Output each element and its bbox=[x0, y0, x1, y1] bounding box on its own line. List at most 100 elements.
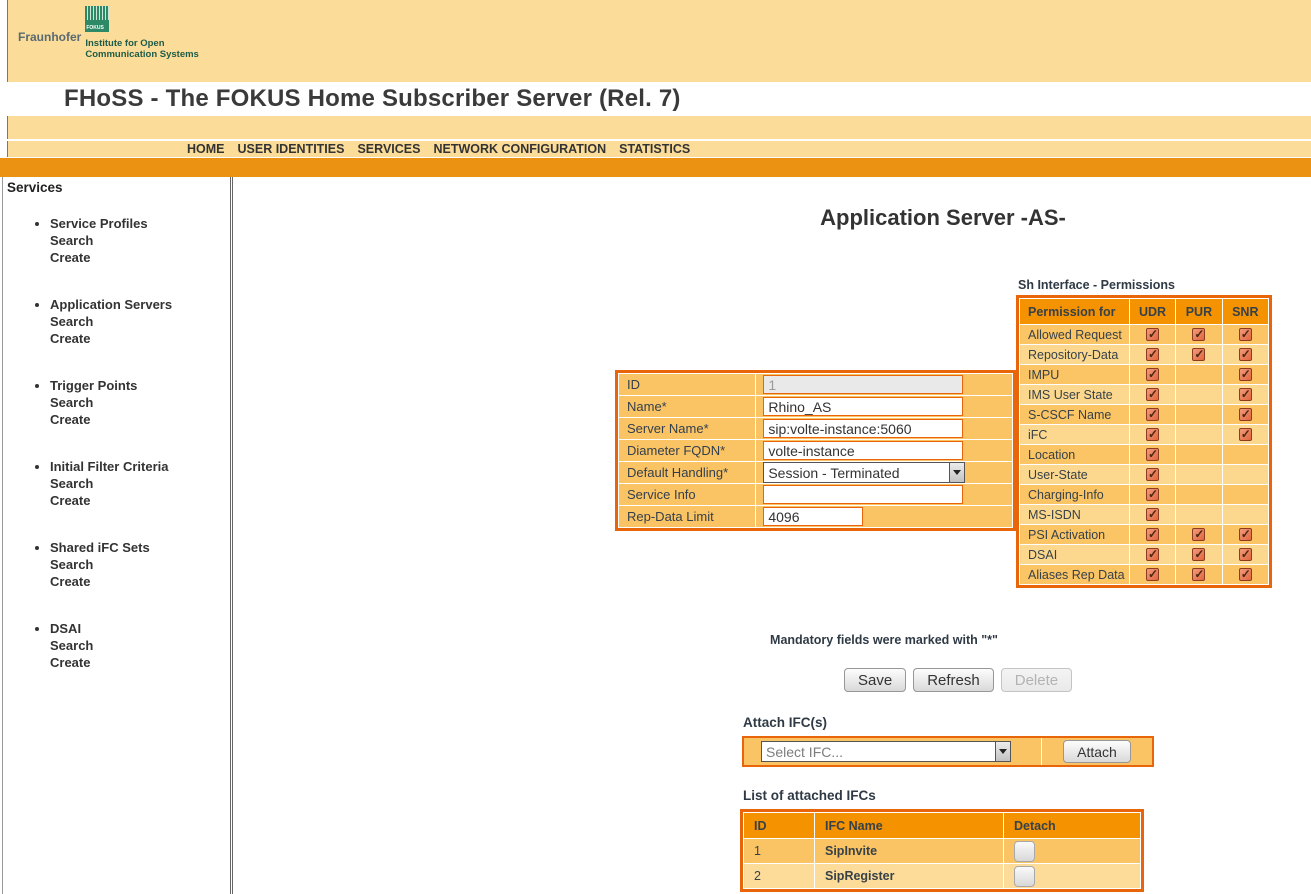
detach-button[interactable] bbox=[1014, 866, 1035, 887]
udr-checkbox[interactable] bbox=[1146, 548, 1159, 561]
permission-row: DSAI bbox=[1020, 545, 1268, 564]
chevron-down-icon[interactable] bbox=[995, 742, 1010, 761]
mandatory-note: Mandatory fields were marked with "*" bbox=[684, 633, 1084, 647]
permission-row: Repository-Data bbox=[1020, 345, 1268, 364]
title-band: FHoSS - The FOKUS Home Subscriber Server… bbox=[0, 82, 1311, 116]
permissions-section-title: Sh Interface - Permissions bbox=[1018, 278, 1175, 292]
snr-checkbox[interactable] bbox=[1239, 408, 1252, 421]
app-title: FHoSS - The FOKUS Home Subscriber Server… bbox=[64, 85, 681, 113]
fokus-logo-icon: FOKUS bbox=[85, 6, 109, 32]
nav-network-configuration[interactable]: NETWORK CONFIGURATION bbox=[433, 142, 606, 156]
udr-checkbox[interactable] bbox=[1146, 468, 1159, 481]
fraunhofer-wordmark: Fraunhofer bbox=[18, 30, 81, 60]
col-pur: PUR bbox=[1176, 299, 1221, 324]
nav-statistics[interactable]: STATISTICS bbox=[619, 142, 690, 156]
sidebar-link-create[interactable]: Create bbox=[50, 573, 230, 590]
sidebar-link-search[interactable]: Search bbox=[50, 394, 230, 411]
detach-button[interactable] bbox=[1014, 841, 1035, 862]
sidebar-group-name: Initial Filter Criteria bbox=[50, 458, 230, 475]
attach-button[interactable]: Attach bbox=[1063, 740, 1131, 763]
permission-row: MS-ISDN bbox=[1020, 505, 1268, 524]
udr-checkbox[interactable] bbox=[1146, 488, 1159, 501]
permission-row: Location bbox=[1020, 445, 1268, 464]
udr-checkbox[interactable] bbox=[1146, 408, 1159, 421]
id-field bbox=[763, 375, 963, 394]
attach-ifc-title: Attach IFC(s) bbox=[743, 715, 827, 730]
snr-checkbox[interactable] bbox=[1239, 348, 1252, 361]
form-row-name: Name* bbox=[619, 396, 1012, 417]
ifc-row: 1 SipInvite bbox=[744, 839, 1140, 863]
sidebar-link-create[interactable]: Create bbox=[50, 654, 230, 671]
form-row-rep-data-limit: Rep-Data Limit bbox=[619, 506, 1012, 527]
sidebar-item-application-servers: Application Servers Search Create bbox=[50, 296, 230, 347]
header-band: Fraunhofer FOKUS Institute for Open Comm… bbox=[7, 0, 1311, 82]
sidebar-link-search[interactable]: Search bbox=[50, 232, 230, 249]
col-snr: SNR bbox=[1223, 299, 1268, 324]
sidebar-group-name: DSAI bbox=[50, 620, 230, 637]
sidebar-link-search[interactable]: Search bbox=[50, 556, 230, 573]
snr-checkbox[interactable] bbox=[1239, 568, 1252, 581]
sidebar-link-search[interactable]: Search bbox=[50, 475, 230, 492]
attach-ifc-panel: Select IFC... Attach bbox=[742, 736, 1154, 767]
snr-checkbox[interactable] bbox=[1239, 528, 1252, 541]
sidebar-item-initial-filter-criteria: Initial Filter Criteria Search Create bbox=[50, 458, 230, 509]
sidebar-item-trigger-points: Trigger Points Search Create bbox=[50, 377, 230, 428]
page-title: Application Server -AS- bbox=[643, 205, 1243, 231]
sidebar-link-search[interactable]: Search bbox=[50, 637, 230, 654]
sidebar-group-name: Shared iFC Sets bbox=[50, 539, 230, 556]
sidebar-link-create[interactable]: Create bbox=[50, 492, 230, 509]
nav-home[interactable]: HOME bbox=[187, 142, 225, 156]
udr-checkbox[interactable] bbox=[1146, 508, 1159, 521]
permission-row: S-CSCF Name bbox=[1020, 405, 1268, 424]
service-info-field[interactable] bbox=[763, 485, 963, 504]
udr-checkbox[interactable] bbox=[1146, 528, 1159, 541]
name-field[interactable] bbox=[763, 397, 963, 416]
nav-services[interactable]: SERVICES bbox=[357, 142, 420, 156]
rep-data-limit-field[interactable] bbox=[763, 507, 863, 526]
permission-row: Aliases Rep Data bbox=[1020, 565, 1268, 584]
select-ifc-dropdown[interactable]: Select IFC... bbox=[761, 741, 1011, 762]
sidebar-link-create[interactable]: Create bbox=[50, 249, 230, 266]
col-permission-for: Permission for bbox=[1020, 299, 1129, 324]
save-button[interactable]: Save bbox=[844, 668, 906, 692]
application-server-form: ID Name* Server Name* Diameter FQDN* Def… bbox=[615, 370, 1016, 531]
sidebar-group-name: Application Servers bbox=[50, 296, 230, 313]
ifc-row: 2 SipRegister bbox=[744, 864, 1140, 888]
sidebar-link-create[interactable]: Create bbox=[50, 411, 230, 428]
snr-checkbox[interactable] bbox=[1239, 328, 1252, 341]
pur-checkbox[interactable] bbox=[1192, 328, 1205, 341]
udr-checkbox[interactable] bbox=[1146, 368, 1159, 381]
refresh-button[interactable]: Refresh bbox=[913, 668, 994, 692]
udr-checkbox[interactable] bbox=[1146, 568, 1159, 581]
diameter-fqdn-field[interactable] bbox=[763, 441, 963, 460]
udr-checkbox[interactable] bbox=[1146, 388, 1159, 401]
pur-checkbox[interactable] bbox=[1192, 548, 1205, 561]
snr-checkbox[interactable] bbox=[1239, 388, 1252, 401]
attached-ifcs-table: ID IFC Name Detach 1 SipInvite 2 SipRegi… bbox=[740, 809, 1144, 892]
pur-checkbox[interactable] bbox=[1192, 348, 1205, 361]
pur-checkbox[interactable] bbox=[1192, 528, 1205, 541]
institute-name: Institute for Open Communication Systems bbox=[85, 38, 199, 60]
sh-permissions-table: Permission for UDR PUR SNR Allowed Reque… bbox=[1016, 295, 1272, 588]
chevron-down-icon[interactable] bbox=[949, 463, 964, 482]
sidebar-group-name: Trigger Points bbox=[50, 377, 230, 394]
col-detach: Detach bbox=[1004, 813, 1140, 838]
sidebar-group-name: Service Profiles bbox=[50, 215, 230, 232]
snr-checkbox[interactable] bbox=[1239, 428, 1252, 441]
permission-row: IMPU bbox=[1020, 365, 1268, 384]
default-handling-select[interactable]: Session - Terminated bbox=[763, 462, 965, 483]
snr-checkbox[interactable] bbox=[1239, 548, 1252, 561]
col-ifc-name: IFC Name bbox=[815, 813, 1003, 838]
form-row-diameter-fqdn: Diameter FQDN* bbox=[619, 440, 1012, 461]
nav-user-identities[interactable]: USER IDENTITIES bbox=[238, 142, 345, 156]
udr-checkbox[interactable] bbox=[1146, 348, 1159, 361]
sidebar-link-search[interactable]: Search bbox=[50, 313, 230, 330]
server-name-field[interactable] bbox=[763, 419, 963, 438]
sidebar-link-create[interactable]: Create bbox=[50, 330, 230, 347]
permission-row: PSI Activation bbox=[1020, 525, 1268, 544]
snr-checkbox[interactable] bbox=[1239, 368, 1252, 381]
pur-checkbox[interactable] bbox=[1192, 568, 1205, 581]
udr-checkbox[interactable] bbox=[1146, 448, 1159, 461]
udr-checkbox[interactable] bbox=[1146, 428, 1159, 441]
udr-checkbox[interactable] bbox=[1146, 328, 1159, 341]
